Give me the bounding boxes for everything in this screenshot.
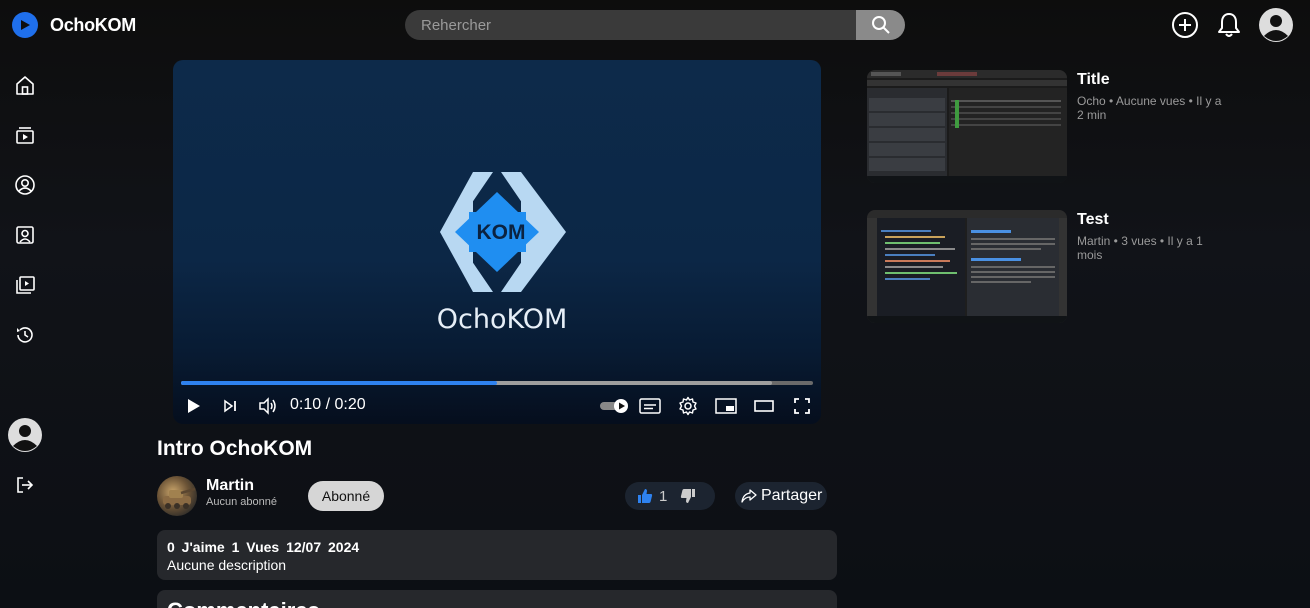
app-logo[interactable]: OchoKOM	[12, 12, 136, 38]
time-display: 0:10 / 0:20	[290, 396, 366, 413]
like-dislike-group: 1	[625, 482, 715, 510]
recommended-video[interactable]: Test Martin • 3 vues • Il y a 1 mois	[867, 210, 1287, 324]
app-name: OchoKOM	[50, 14, 136, 35]
bell-icon	[1218, 13, 1240, 37]
user-avatar-icon	[1259, 8, 1293, 42]
comments-title: Commentaires	[167, 598, 827, 608]
sidebar-item-account[interactable]	[12, 172, 38, 198]
ochokom-logo-icon: KOM OchoKOM	[437, 172, 568, 335]
seek-bar[interactable]	[181, 381, 813, 385]
kom-badge-text: KOM	[477, 221, 526, 244]
like-button[interactable]: 1	[637, 488, 667, 505]
channel-avatar[interactable]	[157, 476, 197, 516]
like-count: 1	[659, 487, 668, 505]
play-button[interactable]	[181, 394, 205, 418]
player-logo-text: OchoKOM	[437, 304, 568, 335]
theater-mode-icon	[754, 400, 774, 412]
subscriptions-icon	[16, 127, 34, 144]
sidebar-item-playlists[interactable]	[12, 272, 38, 298]
recommended-video[interactable]: Title Ocho • Aucune vues • Il y a 2 min	[867, 70, 1287, 184]
add-video-button[interactable]	[1170, 8, 1200, 42]
account-menu-button[interactable]	[1258, 8, 1294, 42]
subscribe-button[interactable]: Abonné	[308, 481, 384, 511]
channel-name[interactable]: Martin	[206, 477, 254, 495]
video-thumbnail[interactable]	[867, 210, 1067, 323]
sidebar-item-subscriptions[interactable]	[12, 122, 38, 148]
progress-fill	[181, 381, 497, 385]
play-logo-icon	[12, 12, 38, 38]
top-bar: OchoKOM	[0, 0, 1310, 50]
description-box[interactable]: 0 J'aime 1 Vues 12/07 2024 Aucune descri…	[157, 530, 837, 580]
recommended-title[interactable]: Test	[1077, 211, 1109, 229]
settings-button[interactable]	[676, 394, 700, 418]
share-icon	[741, 489, 757, 503]
dislike-button[interactable]	[680, 488, 696, 504]
fullscreen-button[interactable]	[790, 394, 814, 418]
subscriber-count: Aucun abonné	[206, 496, 277, 508]
video-stats: 0 J'aime 1 Vues 12/07 2024	[167, 539, 360, 555]
add-icon	[1172, 12, 1198, 38]
captions-icon	[639, 398, 661, 414]
video-player[interactable]: KOM OchoKOM 0:10 / 0:20	[173, 60, 821, 424]
thumbs-up-icon	[638, 489, 653, 503]
captions-button[interactable]	[638, 394, 662, 418]
autoplay-toggle-icon	[600, 399, 628, 413]
sidebar-item-history[interactable]	[12, 322, 38, 348]
search-button[interactable]	[856, 10, 905, 40]
search-input[interactable]	[405, 10, 856, 40]
sidebar-item-channel[interactable]	[12, 222, 38, 248]
play-icon	[188, 399, 200, 413]
history-icon	[17, 327, 33, 343]
autoplay-toggle[interactable]	[598, 394, 632, 418]
playlist-icon	[16, 276, 35, 294]
profile-avatar-icon	[8, 418, 42, 452]
recommended-meta: Martin • 3 vues • Il y a 1 mois	[1077, 234, 1203, 262]
next-button[interactable]	[218, 394, 242, 418]
recommended-title[interactable]: Title	[1077, 71, 1110, 89]
sidebar-profile-avatar[interactable]	[8, 418, 42, 452]
channel-icon	[16, 226, 34, 244]
home-icon	[16, 76, 34, 95]
sidebar-item-home[interactable]	[12, 72, 38, 98]
sidebar-item-logout[interactable]	[12, 472, 38, 498]
recommended-meta: Ocho • Aucune vues • Il y a 2 min	[1077, 94, 1222, 122]
search-bar	[405, 10, 905, 40]
video-title: Intro OchoKOM	[157, 437, 313, 460]
volume-icon	[259, 397, 276, 415]
volume-button[interactable]	[256, 394, 280, 418]
miniplayer-button[interactable]	[714, 394, 738, 418]
notifications-button[interactable]	[1214, 8, 1244, 42]
thumbs-down-icon	[681, 489, 696, 503]
search-icon	[871, 16, 890, 34]
gear-icon	[679, 396, 697, 416]
fullscreen-icon	[794, 398, 810, 414]
share-label: Partager	[761, 487, 823, 504]
account-icon	[15, 175, 35, 195]
share-button[interactable]: Partager	[735, 482, 827, 510]
logout-icon	[17, 477, 34, 493]
theater-mode-button[interactable]	[752, 394, 776, 418]
miniplayer-icon	[715, 398, 737, 414]
skip-next-icon	[224, 399, 236, 413]
video-description: Aucune description	[167, 557, 287, 573]
video-thumbnail[interactable]	[867, 70, 1067, 183]
comments-section: Commentaires	[157, 590, 837, 608]
